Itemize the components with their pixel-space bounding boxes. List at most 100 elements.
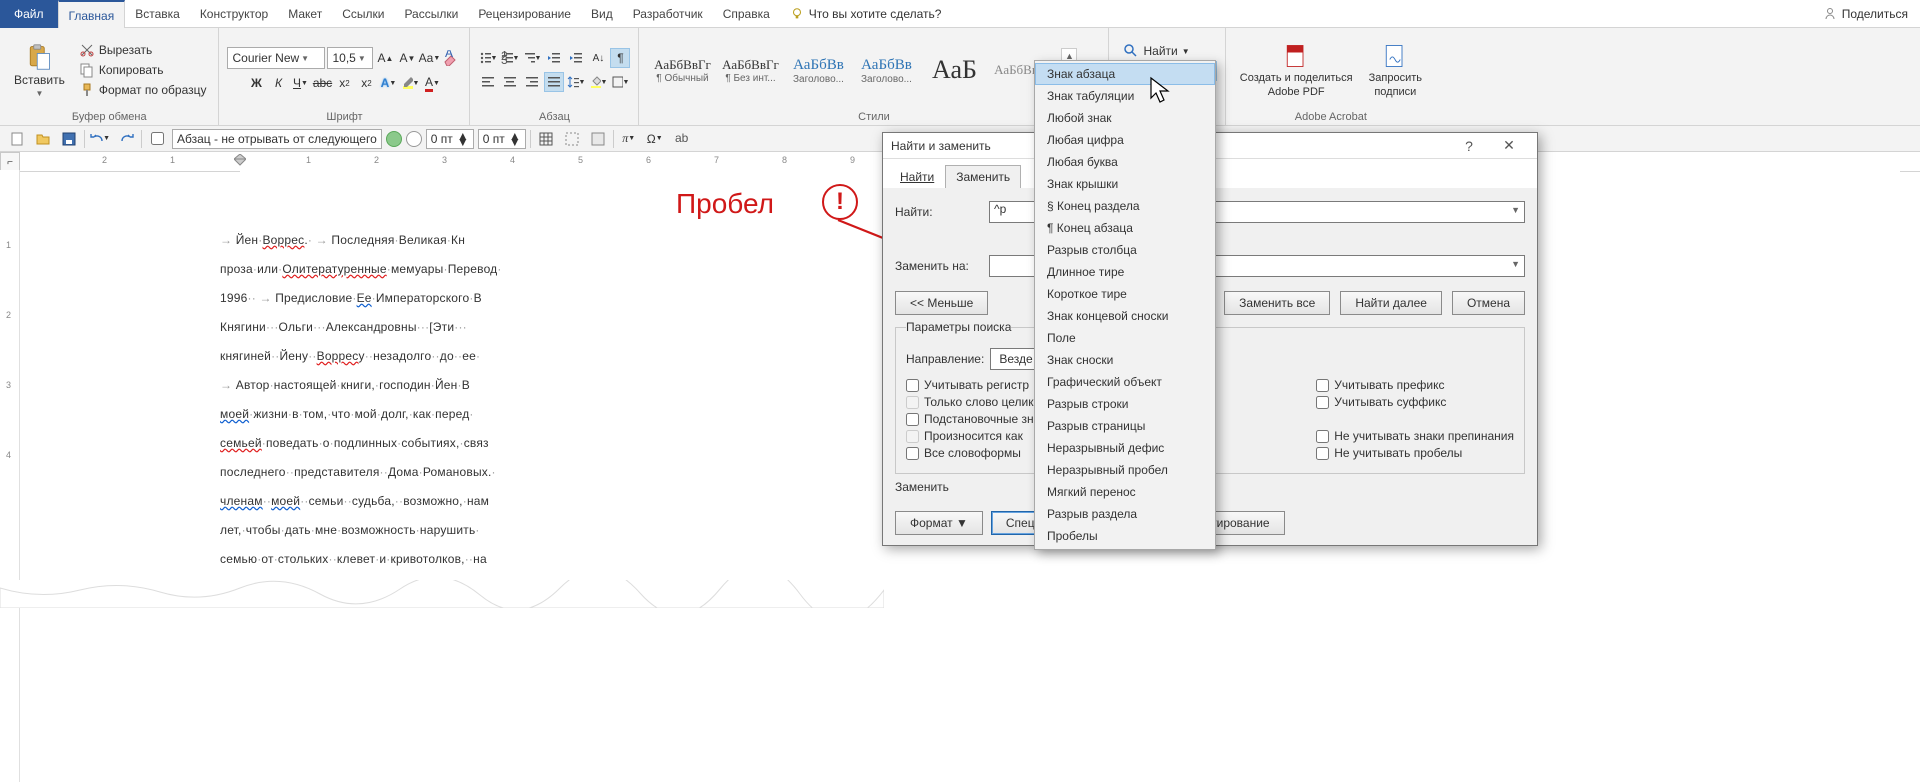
style-item[interactable]: АаБбВвЗаголово...: [853, 53, 919, 87]
ctx-item[interactable]: Поле: [1035, 327, 1215, 349]
ctx-item[interactable]: Разрыв строки: [1035, 393, 1215, 415]
bold-button[interactable]: Ж: [246, 73, 266, 93]
ctx-item[interactable]: Знак крышки: [1035, 173, 1215, 195]
save-button[interactable]: [58, 128, 80, 150]
indent-marker[interactable]: [234, 154, 246, 170]
cancel-button[interactable]: Отмена: [1452, 291, 1525, 315]
format-button[interactable]: Формат ▼: [895, 511, 983, 535]
format-painter-button[interactable]: Формат по образцу: [75, 81, 211, 99]
style-check[interactable]: [146, 128, 168, 150]
ctx-item[interactable]: Знак табуляции: [1035, 85, 1215, 107]
find-button[interactable]: Найти ▼: [1117, 42, 1216, 60]
ctx-item[interactable]: Разрыв страницы: [1035, 415, 1215, 437]
ctx-item[interactable]: Знак концевой сноски: [1035, 305, 1215, 327]
tab-design[interactable]: Конструктор: [190, 0, 278, 28]
replace-all-button[interactable]: Заменить все: [1224, 291, 1330, 315]
chk-wordforms[interactable]: Все словоформы: [906, 446, 1052, 460]
chk-wildcards[interactable]: Подстановочные знаки: [906, 412, 1052, 426]
tab-developer[interactable]: Разработчик: [623, 0, 713, 28]
ctx-item[interactable]: Любой знак: [1035, 107, 1215, 129]
change-case-button[interactable]: Aa▼: [419, 48, 439, 68]
redo-button[interactable]: [115, 128, 137, 150]
clear-format-button[interactable]: A: [441, 48, 461, 68]
green-dot-1[interactable]: [386, 131, 402, 147]
new-doc-button[interactable]: [6, 128, 28, 150]
style-item[interactable]: АаБ: [921, 53, 987, 87]
font-color-button[interactable]: A▼: [422, 73, 442, 93]
qat-b1[interactable]: [535, 128, 557, 150]
tab-review[interactable]: Рецензирование: [468, 0, 581, 28]
tab-layout[interactable]: Макет: [278, 0, 332, 28]
spin-1[interactable]: 0 пт▲▼: [426, 129, 474, 149]
ctx-item[interactable]: Знак абзаца: [1035, 63, 1215, 85]
para-style-combo[interactable]: Абзац - не отрывать от следующего: [172, 129, 382, 149]
request-sign-button[interactable]: Запроситьподписи: [1363, 40, 1428, 100]
show-marks-button[interactable]: ¶: [610, 48, 630, 68]
strike-button[interactable]: abc: [312, 73, 332, 93]
tab-mailings[interactable]: Рассылки: [394, 0, 468, 28]
less-button[interactable]: << Меньше: [895, 291, 988, 315]
numbering-button[interactable]: 123▼: [500, 48, 520, 68]
ctx-item[interactable]: Разрыв столбца: [1035, 239, 1215, 261]
style-item[interactable]: АаБбВвГг¶ Без инт...: [717, 55, 783, 86]
dialog-tab-find[interactable]: Найти: [889, 165, 945, 188]
spin-2[interactable]: 0 пт▲▼: [478, 129, 526, 149]
paste-button[interactable]: Вставить▼: [8, 41, 71, 100]
vertical-ruler[interactable]: 12 34: [0, 170, 20, 782]
font-name-combo[interactable]: Courier New▼: [227, 47, 325, 69]
grow-font-button[interactable]: A▲: [375, 48, 395, 68]
qat-b4[interactable]: ab: [670, 128, 692, 150]
qat-b3[interactable]: [587, 128, 609, 150]
style-item[interactable]: АаБбВвЗаголово...: [785, 53, 851, 87]
line-spacing-button[interactable]: ▼: [566, 72, 586, 92]
share-button[interactable]: Поделиться: [1822, 6, 1908, 22]
align-left-button[interactable]: [478, 72, 498, 92]
tell-me[interactable]: Что вы хотите сделать?: [780, 0, 952, 28]
document-body[interactable]: → Йен·Воррес.· → Последняя·Великая·Кнпро…: [220, 226, 502, 574]
shrink-font-button[interactable]: A▼: [397, 48, 417, 68]
ctx-item[interactable]: Длинное тире: [1035, 261, 1215, 283]
underline-button[interactable]: Ч▼: [290, 73, 310, 93]
multilevel-button[interactable]: ▼: [522, 48, 542, 68]
decrease-indent-button[interactable]: [544, 48, 564, 68]
ctx-item[interactable]: Графический объект: [1035, 371, 1215, 393]
tab-home[interactable]: Главная: [58, 0, 126, 28]
ruler-tab-selector[interactable]: ⌐: [0, 152, 20, 172]
ctx-item[interactable]: Короткое тире: [1035, 283, 1215, 305]
subscript-button[interactable]: x2: [334, 73, 354, 93]
justify-button[interactable]: [544, 72, 564, 92]
italic-button[interactable]: К: [268, 73, 288, 93]
undo-button[interactable]: ▼: [89, 128, 111, 150]
tab-view[interactable]: Вид: [581, 0, 623, 28]
bullets-button[interactable]: ▼: [478, 48, 498, 68]
ctx-item[interactable]: Неразрывный пробел: [1035, 459, 1215, 481]
sort-button[interactable]: A↓: [588, 48, 608, 68]
qat-omega[interactable]: Ω▼: [644, 128, 666, 150]
ctx-item[interactable]: Любая цифра: [1035, 129, 1215, 151]
ctx-item[interactable]: § Конец раздела: [1035, 195, 1215, 217]
qat-b2[interactable]: [561, 128, 583, 150]
dialog-close-button[interactable]: ✕: [1489, 137, 1529, 154]
ctx-item[interactable]: Разрыв раздела: [1035, 503, 1215, 525]
ctx-item[interactable]: Любая буква: [1035, 151, 1215, 173]
ctx-item[interactable]: Знак сноски: [1035, 349, 1215, 371]
tab-references[interactable]: Ссылки: [332, 0, 394, 28]
dialog-help-button[interactable]: ?: [1449, 138, 1489, 154]
chk-prefix[interactable]: Учитывать префикс: [1316, 378, 1514, 392]
borders-button[interactable]: ▼: [610, 72, 630, 92]
dot-2[interactable]: [406, 131, 422, 147]
dialog-tab-replace[interactable]: Заменить: [945, 165, 1021, 188]
ctx-item[interactable]: Мягкий перенос: [1035, 481, 1215, 503]
qat-pi[interactable]: π▼: [618, 128, 640, 150]
tab-insert[interactable]: Вставка: [125, 0, 190, 28]
tab-help[interactable]: Справка: [713, 0, 780, 28]
find-next-button[interactable]: Найти далее: [1340, 291, 1442, 315]
ctx-item[interactable]: ¶ Конец абзаца: [1035, 217, 1215, 239]
increase-indent-button[interactable]: [566, 48, 586, 68]
copy-button[interactable]: Копировать: [75, 61, 211, 79]
chk-ignore-space[interactable]: Не учитывать пробелы: [1316, 446, 1514, 460]
highlight-button[interactable]: ▼: [400, 73, 420, 93]
align-right-button[interactable]: [522, 72, 542, 92]
ctx-item[interactable]: Пробелы: [1035, 525, 1215, 547]
superscript-button[interactable]: x2: [356, 73, 376, 93]
